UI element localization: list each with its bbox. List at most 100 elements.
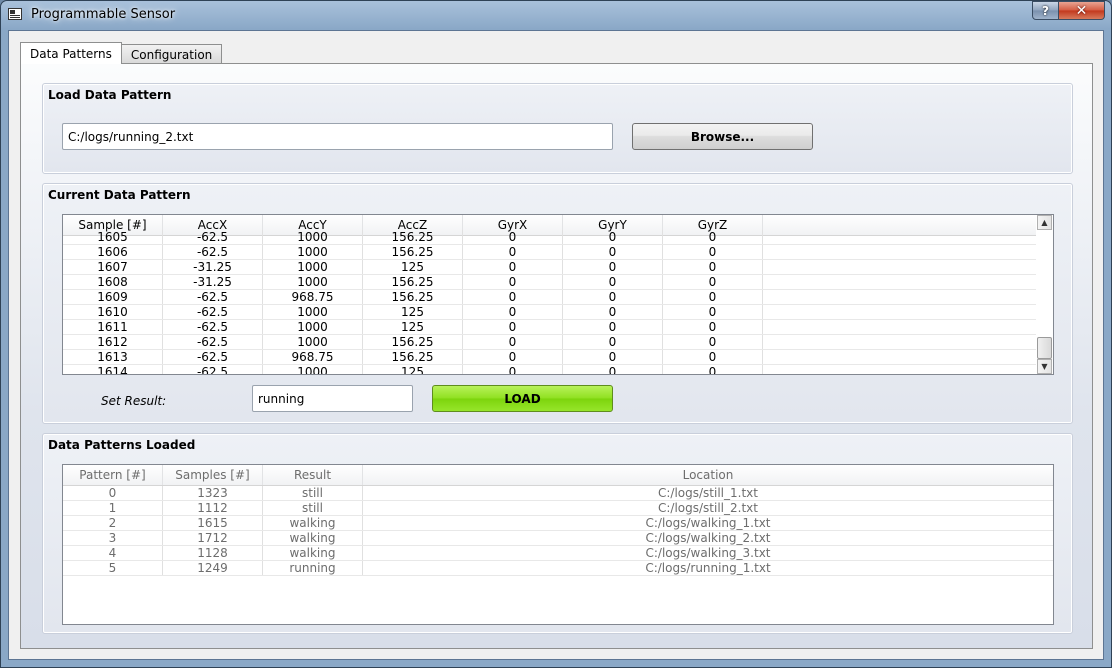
tab-configuration[interactable]: Configuration (120, 44, 223, 64)
samples-table[interactable]: Sample [#] AccX AccY AccZ GyrX GyrY GyrZ… (62, 214, 1054, 375)
table-row[interactable]: 1614 -62.5 1000 125 0 0 0 (63, 365, 1053, 374)
group-title: Data Patterns Loaded (48, 438, 196, 452)
table-row[interactable]: 2 1615 walking C:/logs/walking_1.txt (63, 516, 1053, 531)
table-cell: 0 (663, 335, 763, 349)
loaded-patterns-table[interactable]: Pattern [#] Samples [#] Result Location … (62, 464, 1054, 625)
table-cell: -62.5 (163, 350, 263, 364)
table-cell: 0 (463, 245, 563, 259)
table-cell: 156.25 (363, 335, 463, 349)
table-row[interactable]: 1613 -62.5 968.75 156.25 0 0 0 (63, 350, 1053, 365)
close-button[interactable]: ✕ (1059, 1, 1105, 20)
table-cell: 0 (63, 486, 163, 500)
table-row[interactable]: 4 1128 walking C:/logs/walking_3.txt (63, 546, 1053, 561)
table-cell: 0 (563, 320, 663, 334)
table-cell: still (263, 486, 363, 500)
table-cell: 125 (363, 305, 463, 319)
load-data-pattern-group: Load Data Pattern C:/logs/running_2.txt … (42, 83, 1073, 174)
table-cell: 0 (563, 305, 663, 319)
table-cell: 0 (463, 260, 563, 274)
scroll-up-icon[interactable]: ▲ (1037, 215, 1052, 230)
column-header-location[interactable]: Location (363, 465, 1053, 485)
table-cell: 0 (563, 350, 663, 364)
vertical-scrollbar[interactable]: ▲ ▼ (1036, 215, 1053, 374)
client-area: Data Patterns Configuration Load Data Pa… (8, 30, 1104, 660)
table-cell: 0 (663, 350, 763, 364)
title-bar[interactable]: Programmable Sensor ? ✕ (1, 1, 1111, 29)
table-cell: 1614 (63, 365, 163, 374)
table-cell: 0 (463, 335, 563, 349)
table-cell: 1000 (263, 365, 363, 374)
table-row[interactable]: 0 1323 still C:/logs/still_1.txt (63, 486, 1053, 501)
table-cell: 0 (663, 245, 763, 259)
column-header-samples[interactable]: Samples [#] (163, 465, 263, 485)
column-header-result[interactable]: Result (263, 465, 363, 485)
table-cell: 0 (663, 260, 763, 274)
table-row[interactable]: 1 1112 still C:/logs/still_2.txt (63, 501, 1053, 516)
table-cell: 5 (63, 561, 163, 575)
app-icon (8, 8, 22, 20)
table-cell: walking (263, 546, 363, 560)
table-header: Pattern [#] Samples [#] Result Location (63, 465, 1053, 486)
table-cell: C:/logs/still_2.txt (658, 501, 758, 515)
table-cell: 156.25 (363, 350, 463, 364)
table-cell: -31.25 (163, 260, 263, 274)
table-cell: 0 (463, 320, 563, 334)
table-cell: -62.5 (163, 365, 263, 374)
table-cell: 0 (663, 305, 763, 319)
table-row[interactable]: 1608 -31.25 1000 156.25 0 0 0 (63, 275, 1053, 290)
scroll-thumb[interactable] (1037, 337, 1052, 359)
table-cell: C:/logs/walking_3.txt (645, 546, 771, 560)
table-row[interactable]: 1607 -31.25 1000 125 0 0 0 (63, 260, 1053, 275)
table-cell: 156.25 (363, 275, 463, 289)
table-row[interactable]: 1606 -62.5 1000 156.25 0 0 0 (63, 245, 1053, 260)
table-body: 1605 -62.5 1000 156.25 0 0 0 1606 -62.5 1000 156.2… (63, 230, 1053, 374)
table-cell: 1606 (63, 245, 163, 259)
table-cell: -31.25 (163, 275, 263, 289)
table-row[interactable]: 1610 -62.5 1000 125 0 0 0 (63, 305, 1053, 320)
table-cell: walking (263, 516, 363, 530)
column-header-pattern[interactable]: Pattern [#] (63, 465, 163, 485)
table-cell: 1610 (63, 305, 163, 319)
table-cell: 1000 (263, 275, 363, 289)
table-cell: -62.5 (163, 320, 263, 334)
table-cell: 1000 (263, 230, 363, 244)
file-path-input[interactable]: C:/logs/running_2.txt (62, 123, 613, 150)
table-cell: -62.5 (163, 245, 263, 259)
help-button[interactable]: ? (1032, 1, 1059, 20)
app-window: Programmable Sensor ? ✕ Data Patterns Co… (0, 0, 1112, 668)
table-cell: 1000 (263, 245, 363, 259)
table-row[interactable]: 1611 -62.5 1000 125 0 0 0 (63, 320, 1053, 335)
table-cell: still (263, 501, 363, 515)
table-row[interactable]: 1612 -62.5 1000 156.25 0 0 0 (63, 335, 1053, 350)
table-cell: -62.5 (163, 335, 263, 349)
table-cell: 1611 (63, 320, 163, 334)
table-row[interactable]: 1605 -62.5 1000 156.25 0 0 0 (63, 230, 1053, 245)
table-row[interactable]: 3 1712 walking C:/logs/walking_2.txt (63, 531, 1053, 546)
tab-data-patterns[interactable]: Data Patterns (20, 42, 122, 64)
load-button[interactable]: LOAD (432, 385, 613, 412)
group-title: Current Data Pattern (48, 188, 191, 202)
table-cell: 0 (663, 230, 763, 244)
table-cell: 125 (363, 260, 463, 274)
table-cell: 1 (63, 501, 163, 515)
table-cell: -62.5 (163, 290, 263, 304)
set-result-label: Set Result: (101, 394, 167, 408)
table-body: 0 1323 still C:/logs/still_1.txt 1 1112 still C… (63, 486, 1053, 576)
table-cell: 0 (563, 335, 663, 349)
table-cell: 1000 (263, 260, 363, 274)
window-controls: ? ✕ (1032, 1, 1105, 20)
scroll-down-icon[interactable]: ▼ (1037, 359, 1052, 374)
table-cell: 1607 (63, 260, 163, 274)
table-cell: 0 (563, 230, 663, 244)
table-row[interactable]: 1609 -62.5 968.75 156.25 0 0 0 (63, 290, 1053, 305)
table-cell: 1712 (163, 531, 263, 545)
table-cell: running (263, 561, 363, 575)
browse-button[interactable]: Browse... (632, 123, 813, 150)
table-cell: 1615 (163, 516, 263, 530)
result-input[interactable]: running (252, 385, 413, 412)
current-data-pattern-group: Current Data Pattern Sample [#] AccX Acc… (42, 183, 1073, 424)
data-patterns-pane: Load Data Pattern C:/logs/running_2.txt … (20, 63, 1093, 649)
table-cell: C:/logs/still_1.txt (658, 486, 758, 500)
table-row[interactable]: 5 1249 running C:/logs/running_1.txt (63, 561, 1053, 576)
table-cell: 1608 (63, 275, 163, 289)
